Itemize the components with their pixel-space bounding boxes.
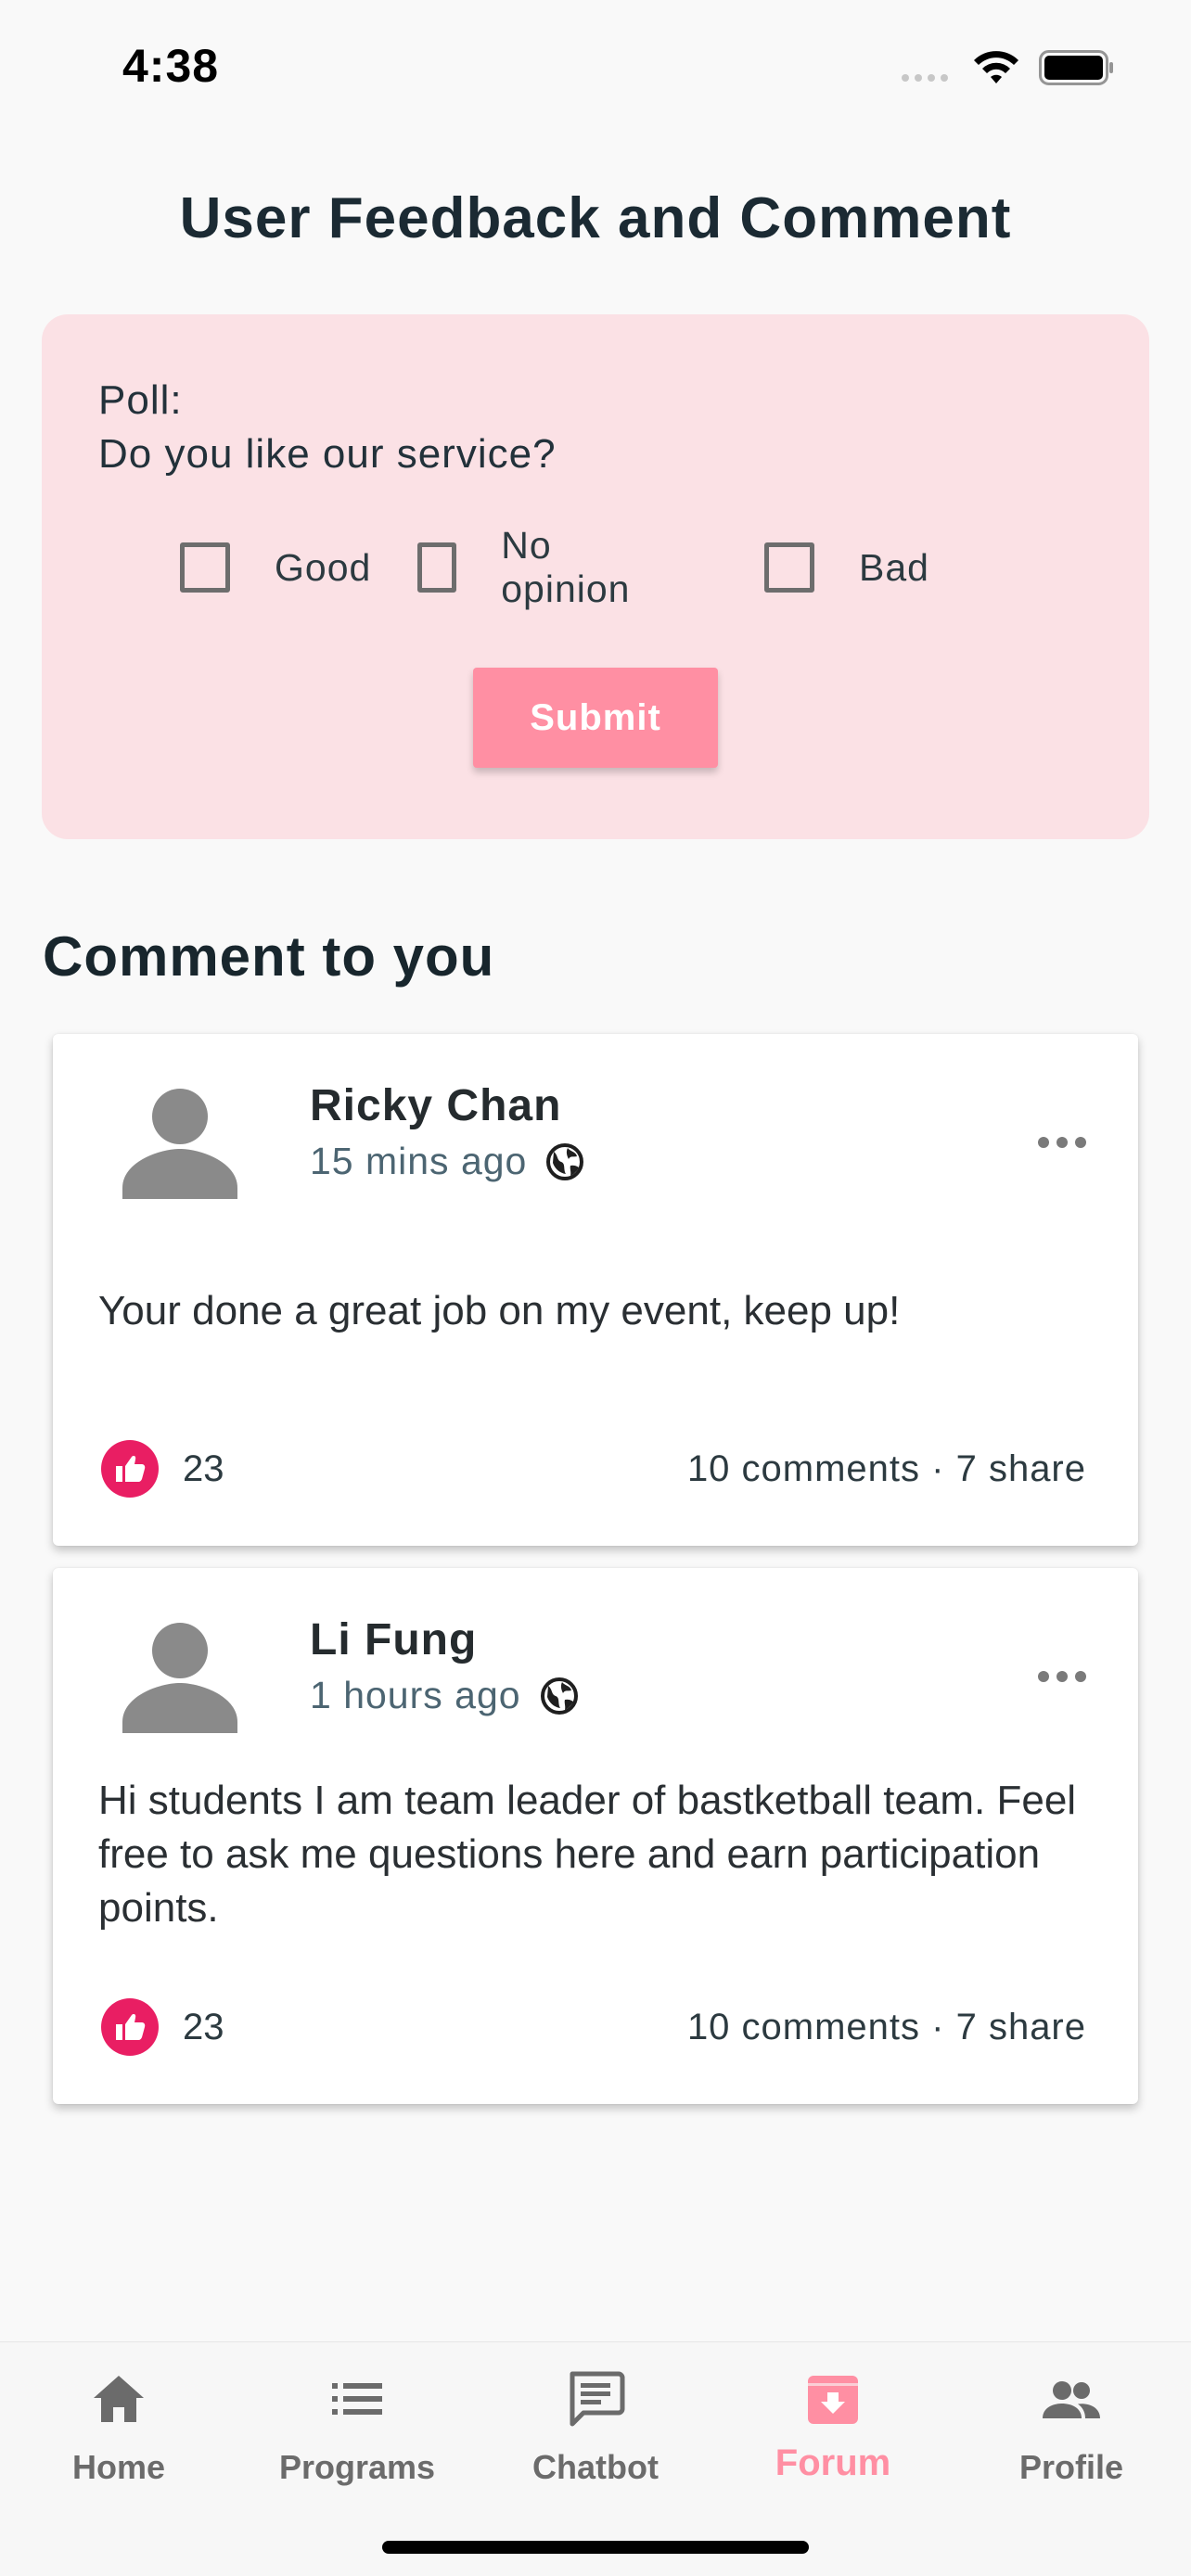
checkbox-no-opinion[interactable] xyxy=(417,542,457,593)
list-icon xyxy=(332,2383,382,2415)
status-bar: 4:38 xyxy=(0,0,1191,134)
comment-card: Li Fung 1 hours ago Hi students I am tea… xyxy=(53,1568,1138,2104)
status-time: 4:38 xyxy=(122,40,220,92)
nav-label: Programs xyxy=(278,2448,436,2486)
comment-text: Hi students I am team leader of bastketb… xyxy=(98,1778,1077,1931)
submit-button[interactable]: Submit xyxy=(473,668,718,768)
checkbox-bad[interactable] xyxy=(764,542,814,593)
poll-option-bad[interactable]: Bad xyxy=(764,541,929,594)
poll-option-label: No opinion xyxy=(501,524,631,610)
thumbs-up-icon[interactable] xyxy=(101,1998,159,2056)
nav-item-programs[interactable]: Programs xyxy=(241,2342,473,2509)
comment-time: 15 mins ago xyxy=(310,1140,528,1182)
poll-label: Poll: xyxy=(98,377,183,423)
more-options-icon[interactable] xyxy=(1036,1669,1088,1684)
avatar-icon xyxy=(122,1089,237,1199)
more-options-icon[interactable] xyxy=(1036,1135,1088,1150)
nav-item-home[interactable]: Home xyxy=(3,2342,235,2509)
poll-question: Poll: Do you like our service? xyxy=(98,374,557,481)
nav-label: Home xyxy=(71,2448,166,2486)
nav-label: Forum xyxy=(775,2442,891,2483)
nav-label: Profile xyxy=(1018,2448,1124,2486)
chat-icon xyxy=(570,2371,625,2427)
comment-stats[interactable]: 10 comments · 7 share xyxy=(687,1448,1086,1490)
comment-meta: 15 mins ago xyxy=(310,1140,584,1183)
poll-option-no-opinion[interactable]: No opinion xyxy=(417,524,641,610)
page-title: User Feedback and Comment xyxy=(179,186,1012,250)
like-count: 23 xyxy=(183,2007,224,2047)
section-heading: Comment to you xyxy=(43,925,495,988)
globe-icon xyxy=(540,1677,578,1715)
people-icon xyxy=(1043,2381,1100,2418)
nav-item-forum[interactable]: Forum xyxy=(717,2342,949,2509)
forum-icon xyxy=(808,2376,858,2424)
checkbox-good[interactable] xyxy=(180,542,230,593)
avatar-icon xyxy=(122,1623,237,1733)
comment-text: Your done a great job on my event, keep … xyxy=(98,1288,901,1333)
thumbs-up-icon[interactable] xyxy=(101,1440,159,1498)
comment-time: 1 hours ago xyxy=(310,1674,521,1716)
nav-label: Chatbot xyxy=(532,2448,659,2486)
like-count: 23 xyxy=(183,1448,224,1489)
poll-option-label: Good xyxy=(275,545,372,589)
poll-card: Poll: Do you like our service? Good No o… xyxy=(42,314,1149,839)
cellular-signal-icon xyxy=(902,74,948,82)
comment-author[interactable]: Ricky Chan xyxy=(310,1080,561,1131)
poll-option-good[interactable]: Good xyxy=(180,541,371,594)
comment-author[interactable]: Li Fung xyxy=(310,1614,477,1665)
home-icon xyxy=(94,2376,144,2422)
poll-option-label: Bad xyxy=(859,545,929,589)
nav-item-chatbot[interactable]: Chatbot xyxy=(480,2342,711,2509)
battery-icon xyxy=(1039,50,1113,85)
wifi-icon xyxy=(974,51,1018,83)
comment-card: Ricky Chan 15 mins ago Your done a great… xyxy=(53,1034,1138,1546)
poll-question-text: Do you like our service? xyxy=(98,431,557,477)
home-indicator[interactable] xyxy=(382,2541,809,2554)
nav-item-profile[interactable]: Profile xyxy=(955,2342,1187,2509)
comment-meta: 1 hours ago xyxy=(310,1674,579,1717)
globe-icon xyxy=(546,1142,584,1180)
comment-stats[interactable]: 10 comments · 7 share xyxy=(687,2007,1086,2048)
